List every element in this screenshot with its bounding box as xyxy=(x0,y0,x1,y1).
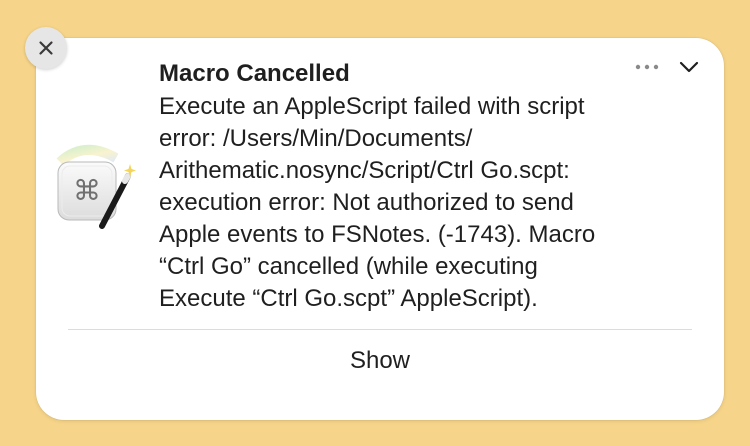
show-button[interactable]: Show xyxy=(68,331,692,391)
message-line: error: /Users/Min/Documents/ xyxy=(159,125,473,152)
message-line: Arithematic.nosync/Script/Ctrl Go.scpt: xyxy=(159,157,570,184)
message-line: Apple events to FSNotes. (-1743). Macro xyxy=(159,221,596,248)
message-line: Execute “Ctrl Go.scpt” AppleScript). xyxy=(159,285,538,312)
collapse-button[interactable] xyxy=(677,55,701,79)
keyboard-maestro-icon: ⌘ xyxy=(54,142,138,236)
close-icon xyxy=(39,41,53,55)
message-line: execution error: Not authorized to send xyxy=(159,189,574,216)
close-button[interactable] xyxy=(25,27,67,69)
ellipsis-icon xyxy=(635,64,659,70)
notification-message: Execute an AppleScript failed with scrip… xyxy=(159,91,595,315)
more-options-button[interactable] xyxy=(632,56,662,78)
message-line: “Ctrl Go” cancelled (while executing xyxy=(159,253,538,280)
chevron-down-icon xyxy=(679,61,699,73)
message-line: Execute an AppleScript failed with scrip… xyxy=(159,93,585,120)
svg-text:⌘: ⌘ xyxy=(73,174,101,207)
notification-title: Macro Cancelled xyxy=(159,60,350,87)
divider xyxy=(68,329,692,330)
